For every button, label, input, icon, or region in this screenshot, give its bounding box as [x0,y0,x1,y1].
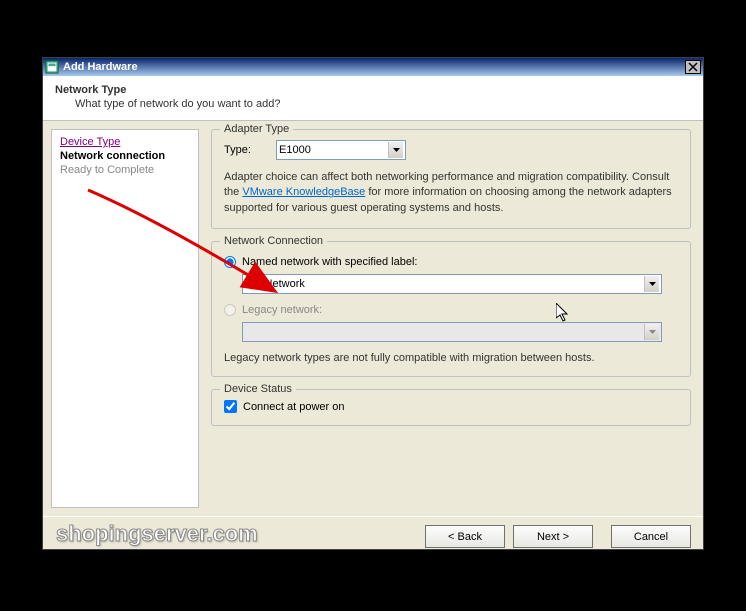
titlebar: Add Hardware [43,58,703,76]
page-subtitle: What type of network do you want to add? [55,98,691,110]
header-area: Network Type What type of network do you… [43,76,703,121]
chevron-down-icon [644,324,659,340]
chevron-down-icon [388,142,403,158]
connect-power-on-label: Connect at power on [243,401,345,413]
content-area: Device Type Network connection Ready to … [43,121,703,516]
device-status-fieldset: Device Status Connect at power on [211,389,691,426]
device-status-legend: Device Status [220,383,296,395]
chevron-down-icon [644,276,659,292]
legacy-network-label: Legacy network: [242,304,322,316]
adapter-type-dropdown[interactable]: E1000 [276,140,406,160]
sidebar-item-device-type[interactable]: Device Type [60,136,190,148]
window-title: Add Hardware [63,61,685,73]
close-button[interactable] [685,60,701,74]
connect-power-on-checkbox[interactable] [224,400,237,413]
legacy-network-radio [224,304,236,316]
app-icon [45,60,59,74]
page-title: Network Type [55,84,691,96]
legacy-note: Legacy network types are not fully compa… [224,352,678,364]
type-label: Type: [224,144,264,156]
legacy-network-dropdown [242,322,662,342]
named-network-label: Named network with specified label: [242,256,417,268]
adapter-type-value: E1000 [279,144,311,156]
main-panel: Adapter Type Type: E1000 Adapter choice … [199,121,703,516]
next-button[interactable]: Next > [513,525,593,548]
named-network-value: VM Network [245,278,305,290]
network-connection-fieldset: Network Connection Named network with sp… [211,241,691,377]
sidebar-item-ready: Ready to Complete [60,164,190,176]
network-connection-legend: Network Connection [220,235,327,247]
add-hardware-window: Add Hardware Network Type What type of n… [42,57,704,550]
back-button[interactable]: < Back [425,525,505,548]
sidebar-item-network-connection: Network connection [60,150,190,162]
adapter-type-fieldset: Adapter Type Type: E1000 Adapter choice … [211,129,691,229]
kb-link[interactable]: VMware KnowledgeBase [242,186,365,198]
named-network-dropdown[interactable]: VM Network [242,274,662,294]
adapter-description: Adapter choice can affect both networkin… [224,170,678,216]
adapter-type-legend: Adapter Type [220,123,293,135]
wizard-sidebar: Device Type Network connection Ready to … [51,129,199,508]
watermark: shopingserver.com [56,521,258,547]
named-network-radio[interactable] [224,256,236,268]
cancel-button[interactable]: Cancel [611,525,691,548]
